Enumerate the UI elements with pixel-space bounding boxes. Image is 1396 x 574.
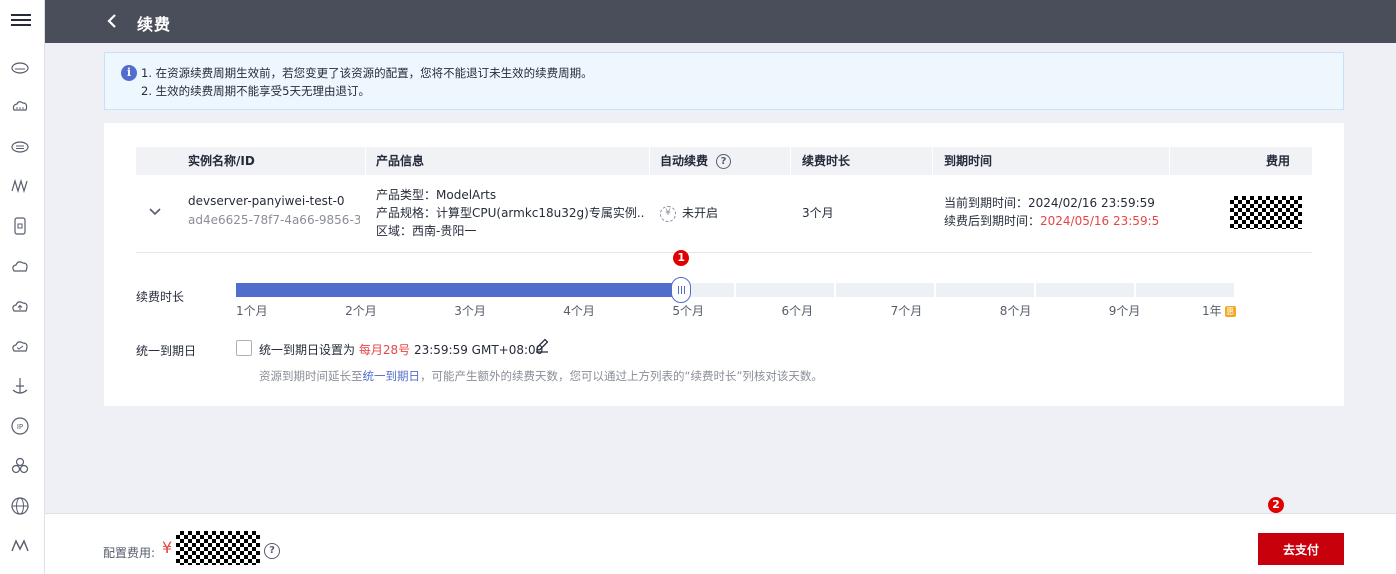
unify-label: 统一到期日 xyxy=(136,344,197,358)
product-type: 产品类型：ModelArts xyxy=(376,188,497,202)
slider-tick-label[interactable]: 2个月 xyxy=(345,302,377,319)
slider-tick-label[interactable]: 8个月 xyxy=(1000,302,1032,319)
back-icon[interactable] xyxy=(103,11,123,31)
th-product: 产品信息 xyxy=(376,154,425,168)
product-spec: 产品规格：计算型CPU(armkc18u32g)专属实例... xyxy=(376,206,644,220)
unify-text-prefix: 统一到期日设置为 xyxy=(259,343,356,357)
current-expire: 当前到期时间：2024/02/16 23:59:59 ... xyxy=(944,194,1160,212)
new-expire-value: 2024/05/16 23:59:5... xyxy=(1040,214,1160,228)
cloud-upload-icon[interactable] xyxy=(10,296,30,316)
renewal-card: 实例名称/ID 产品信息 自动续费? 续费时长 到期时间 费用 devserve… xyxy=(104,123,1344,406)
page-title: 续费 xyxy=(137,15,172,34)
unify-time: 23:59:59 GMT+08:00 xyxy=(413,343,544,357)
new-expire-label: 续费后到期时间： xyxy=(944,214,1041,228)
help-icon[interactable]: ? xyxy=(716,154,732,169)
unify-day: 每月28号 xyxy=(358,343,411,357)
svg-text:IP: IP xyxy=(17,423,23,431)
slider-tick-label[interactable]: 4个月 xyxy=(563,302,595,319)
cloud-check-icon[interactable] xyxy=(10,336,30,356)
auto-renew-icon: ¥ xyxy=(660,205,676,222)
slider-tick-label[interactable]: 3个月 xyxy=(454,302,486,319)
menu-icon[interactable] xyxy=(11,11,31,31)
year-discount-icon: 惠 xyxy=(1224,306,1236,317)
slider-segment[interactable] xyxy=(836,283,934,297)
th-auto-label: 自动续费 xyxy=(660,154,709,168)
current-expire-label: 当前到期时间： xyxy=(944,196,1029,210)
unify-text: 统一到期日设置为 每月28号 23:59:59 GMT+08:00 xyxy=(259,341,543,358)
slider-tick-label[interactable]: 7个月 xyxy=(891,302,923,319)
step-badge-2: 2 xyxy=(1268,497,1284,513)
th-name: 实例名称/ID xyxy=(188,154,255,168)
cluster-icon[interactable] xyxy=(10,456,30,476)
duration-label: 续费时长 xyxy=(136,290,185,304)
footer-bar: 配置费用: ¥ ? 2 去支付 xyxy=(45,497,1396,574)
currency-symbol: ¥ xyxy=(162,538,173,557)
th-auto: 自动续费? xyxy=(660,147,732,175)
slider-tick-label[interactable]: 9个月 xyxy=(1109,302,1141,319)
pencil-icon[interactable] xyxy=(534,337,550,353)
new-expire: 续费后到期时间：2024/05/16 23:59:5... xyxy=(944,212,1160,230)
duration-slider[interactable] xyxy=(236,277,1236,303)
auto-renew-status[interactable]: ¥ 未开启 xyxy=(660,204,718,222)
network-icon[interactable] xyxy=(10,176,30,196)
th-expire: 到期时间 xyxy=(944,154,993,168)
cloud-dots-icon[interactable] xyxy=(10,96,30,116)
step-badge-1: 1 xyxy=(673,250,690,266)
database-icon[interactable] xyxy=(10,216,30,236)
modelarts-icon[interactable] xyxy=(10,536,30,556)
instance-id: ad4e6625-78f7-4a66-9856-3... xyxy=(188,213,360,227)
pay-button[interactable]: 去支付 xyxy=(1258,533,1344,565)
help-icon[interactable]: ? xyxy=(264,543,280,559)
config-fee-redacted xyxy=(176,531,260,565)
slider-thumb[interactable] xyxy=(671,277,692,303)
notice-box: i 1. 在资源续费周期生效前，若您变更了该资源的配置，您将不能退订未生效的续费… xyxy=(104,52,1344,110)
info-icon: i xyxy=(121,65,137,81)
unify-hint: 资源到期时间延长至统一到期日，可能产生额外的续费天数，您可以通过上方列表的“续费… xyxy=(259,368,823,384)
globe-icon[interactable] xyxy=(10,496,30,516)
current-expire-value: 2024/02/16 23:59:59 ... xyxy=(1028,196,1160,210)
cloud-storage-icon[interactable] xyxy=(10,136,30,156)
slider-segment[interactable] xyxy=(1036,283,1134,297)
unify-hint-link[interactable]: 统一到期日 xyxy=(363,369,421,383)
unify-hint-prefix: 资源到期时间延长至 xyxy=(259,369,363,383)
page-header: 续费 xyxy=(45,0,1396,43)
product-region: 区域：西南-贵阳一 xyxy=(376,224,477,238)
instance-name: devserver-panyiwei-test-0 xyxy=(188,194,345,208)
row-duration: 3个月 xyxy=(802,206,834,220)
unify-checkbox[interactable] xyxy=(236,340,252,356)
slider-tick-label[interactable]: 1年惠 xyxy=(1202,302,1236,319)
config-fee-label: 配置费用: xyxy=(103,546,156,560)
ip-icon[interactable]: IP xyxy=(10,416,30,436)
table-row: devserver-panyiwei-test-0 ad4e6625-78f7-… xyxy=(136,175,1312,253)
slider-tick-label[interactable]: 5个月 xyxy=(672,302,704,319)
th-duration: 续费时长 xyxy=(802,154,851,168)
notice-line-1: 1. 在资源续费周期生效前，若您变更了该资源的配置，您将不能退订未生效的续费周期… xyxy=(141,66,593,80)
slider-segment[interactable] xyxy=(736,283,834,297)
cloud-icon[interactable] xyxy=(10,256,30,276)
slider-fill xyxy=(236,283,682,297)
slider-tick-label[interactable]: 1个月 xyxy=(236,302,268,319)
fee-redacted xyxy=(1230,196,1302,229)
notice-line-2: 2. 生效的续费周期不能享受5天无理由退订。 xyxy=(141,84,370,98)
slider-segment[interactable] xyxy=(936,283,1034,297)
th-fee: 费用 xyxy=(1266,154,1291,168)
cloud-server-icon[interactable] xyxy=(10,57,30,77)
chevron-down-icon[interactable] xyxy=(148,205,162,219)
slider-tick-label[interactable]: 6个月 xyxy=(782,302,814,319)
left-nav-rail: IP xyxy=(0,0,45,574)
unify-hint-suffix: ，可能产生额外的续费天数，您可以通过上方列表的“续费时长”列核对该天数。 xyxy=(420,369,823,383)
anchor-icon[interactable] xyxy=(10,376,30,396)
slider-segment[interactable] xyxy=(1136,283,1234,297)
table-header: 实例名称/ID 产品信息 自动续费? 续费时长 到期时间 费用 xyxy=(136,147,1312,175)
auto-renew-label: 未开启 xyxy=(682,206,719,220)
